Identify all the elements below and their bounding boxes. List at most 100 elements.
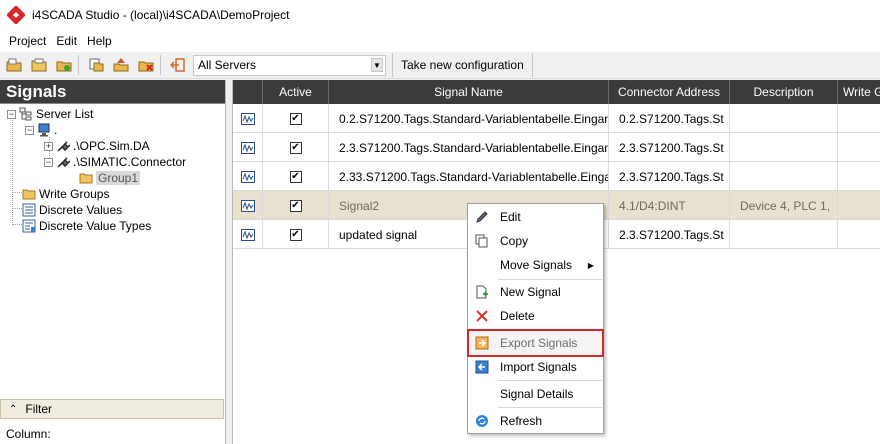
- tree-item-server-list[interactable]: − Server List: [7, 106, 93, 122]
- menu-separator: [498, 329, 602, 330]
- column-header-write-group[interactable]: Write G: [838, 80, 880, 104]
- chevron-down-icon[interactable]: ▼: [371, 58, 383, 72]
- refresh-icon: [469, 414, 495, 428]
- import-icon: [469, 360, 495, 374]
- grid-header-icon-column: [233, 80, 263, 104]
- panel-title: Signals: [0, 80, 225, 104]
- menu-item-copy[interactable]: Copy: [469, 229, 602, 253]
- save-project-icon[interactable]: [53, 54, 75, 76]
- server-select-value: All Servers: [198, 58, 257, 72]
- open-project-icon[interactable]: [28, 54, 50, 76]
- menu-item-import-signals[interactable]: Import Signals: [469, 355, 602, 379]
- tree-line: [12, 208, 22, 209]
- title-bar: i4SCADA Studio - (local)\i4SCADA\DemoPro…: [0, 0, 880, 30]
- tree-label: Discrete Values: [39, 203, 123, 217]
- new-document-icon: [469, 285, 495, 299]
- tree-label: Write Groups: [39, 187, 110, 201]
- active-checkbox[interactable]: ✔: [263, 133, 329, 162]
- column-header-active[interactable]: Active: [263, 80, 329, 104]
- take-new-configuration-button[interactable]: Take new configuration: [392, 53, 533, 77]
- grid-header: Active Signal Name Connector Address Des…: [233, 80, 880, 104]
- table-row[interactable]: ✔ 2.33.S71200.Tags.Standard-Variablentab…: [233, 162, 880, 191]
- collapse-icon[interactable]: −: [44, 157, 53, 167]
- menu-item-refresh[interactable]: Refresh: [469, 409, 602, 433]
- computer-icon: [37, 123, 51, 137]
- menu-item-edit[interactable]: Edit: [469, 205, 602, 229]
- menu-item-signal-details[interactable]: Signal Details: [469, 382, 602, 406]
- write-group-cell: [838, 191, 880, 220]
- filter-label: Filter: [25, 402, 53, 416]
- tree-line: [12, 192, 22, 193]
- tree-item-discrete-value-types[interactable]: Discrete Value Types: [22, 218, 151, 234]
- active-checkbox[interactable]: ✔: [263, 104, 329, 133]
- signal-name-cell: 2.33.S71200.Tags.Standard-Variablentabel…: [329, 162, 609, 191]
- signals-panel: Signals − Server List − . + .\OPC.Sim.DA…: [0, 80, 226, 444]
- menu-item-export-signals[interactable]: Export Signals: [467, 329, 604, 357]
- tree-label: Server List: [36, 107, 94, 121]
- connector-address-cell: 2.3.S71200.Tags.St: [609, 162, 730, 191]
- copy-project-icon[interactable]: [85, 54, 107, 76]
- active-checkbox[interactable]: ✔: [263, 220, 329, 249]
- menu-item-delete[interactable]: Delete: [469, 304, 602, 328]
- menu-item-move-signals[interactable]: Move Signals ▶: [469, 253, 602, 277]
- tree-item-discrete-values[interactable]: Discrete Values: [22, 202, 122, 218]
- signal-trend-icon[interactable]: [233, 133, 263, 162]
- collapse-icon[interactable]: −: [25, 125, 34, 135]
- write-group-cell: [838, 104, 880, 133]
- signal-name-cell: 0.2.S71200.Tags.Standard-Variablentabell…: [329, 104, 609, 133]
- import-project-icon[interactable]: [110, 54, 132, 76]
- column-header-signal-name[interactable]: Signal Name: [329, 80, 609, 104]
- signal-trend-icon[interactable]: [233, 104, 263, 133]
- chevron-up-icon[interactable]: ⌃: [9, 404, 17, 415]
- window-title: i4SCADA Studio - (local)\i4SCADA\DemoPro…: [32, 8, 290, 22]
- menu-separator: [498, 407, 602, 408]
- exit-icon[interactable]: [167, 54, 189, 76]
- menu-bar: Project Edit Help: [0, 30, 880, 52]
- signal-trend-icon[interactable]: [233, 220, 263, 249]
- menu-edit[interactable]: Edit: [52, 34, 81, 48]
- menu-project[interactable]: Project: [5, 34, 50, 48]
- signal-trend-icon[interactable]: [233, 162, 263, 191]
- toolbar-separator: [78, 55, 79, 75]
- active-checkbox[interactable]: ✔: [263, 162, 329, 191]
- menu-item-new-signal[interactable]: New Signal: [469, 280, 602, 304]
- connector-address-cell: 4.1/D4:DINT: [609, 191, 730, 220]
- menu-separator: [498, 380, 602, 381]
- toolbar: All Servers ▼ Take new configuration: [0, 52, 880, 79]
- tree-item-write-groups[interactable]: Write Groups: [22, 186, 109, 202]
- signal-name-cell: 2.3.S71200.Tags.Standard-Variablentabell…: [329, 133, 609, 162]
- tree-item-local[interactable]: − .: [25, 122, 57, 138]
- description-cell: Device 4, PLC 1,: [730, 191, 838, 220]
- active-checkbox[interactable]: ✔: [263, 191, 329, 220]
- toolbar-separator: [160, 55, 161, 75]
- column-header-connector-address[interactable]: Connector Address: [609, 80, 730, 104]
- menu-help[interactable]: Help: [83, 34, 116, 48]
- write-group-cell: [838, 162, 880, 191]
- table-row[interactable]: ✔ 2.3.S71200.Tags.Standard-Variablentabe…: [233, 133, 880, 162]
- chevron-right-icon: ▶: [587, 260, 594, 270]
- copy-icon: [469, 234, 495, 248]
- tree-label: .\SIMATIC.Connector: [73, 155, 187, 169]
- connector-plug-icon: [56, 155, 70, 169]
- tree-item-opc-sim-da[interactable]: + .\OPC.Sim.DA: [44, 138, 150, 154]
- server-select[interactable]: All Servers ▼: [193, 54, 386, 76]
- new-project-icon[interactable]: [3, 54, 25, 76]
- tree-item-group1[interactable]: Group1: [79, 170, 141, 186]
- description-cell: [730, 220, 838, 249]
- filter-bar[interactable]: ⌃ Filter: [0, 399, 224, 419]
- signal-trend-icon[interactable]: [233, 191, 263, 220]
- pencil-icon: [469, 210, 495, 224]
- server-list-icon: [19, 107, 33, 121]
- tree-label: .\OPC.Sim.DA: [73, 139, 150, 153]
- delete-project-icon[interactable]: [135, 54, 157, 76]
- table-row[interactable]: ✔ 0.2.S71200.Tags.Standard-Variablentabe…: [233, 104, 880, 133]
- collapse-icon[interactable]: −: [7, 109, 16, 119]
- description-cell: [730, 162, 838, 191]
- tree-label: .: [54, 123, 58, 137]
- tree-item-simatic-connector[interactable]: − .\SIMATIC.Connector: [44, 154, 186, 170]
- write-group-cell: [838, 133, 880, 162]
- folder-icon: [22, 187, 36, 201]
- expand-icon[interactable]: +: [44, 141, 53, 151]
- column-header-description[interactable]: Description: [730, 80, 838, 104]
- connector-address-cell: 0.2.S71200.Tags.St: [609, 104, 730, 133]
